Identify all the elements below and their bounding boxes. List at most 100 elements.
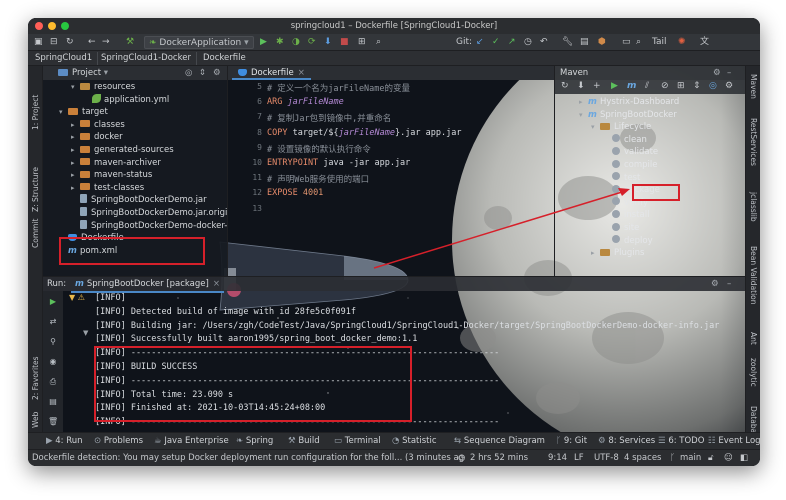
project-tree-item[interactable]: ▸ docker: [71, 131, 123, 144]
tool-bean-validation[interactable]: Bean Validation: [749, 246, 758, 305]
maven-tree-item[interactable]: test: [603, 172, 640, 185]
status-encoding[interactable]: UTF-8: [594, 453, 619, 463]
project-tree-item[interactable]: application.yml: [83, 93, 169, 107]
folder-icon[interactable]: ▣: [34, 36, 43, 49]
project-tree-item[interactable]: ▾ resources: [71, 81, 135, 94]
lock-icon[interactable]: 🔓︎: [708, 453, 714, 463]
maven-tree-item[interactable]: clean: [603, 134, 647, 147]
forward-icon[interactable]: →: [102, 36, 110, 49]
locate-icon[interactable]: ◎: [185, 66, 192, 80]
run-icon[interactable]: ▶: [260, 36, 267, 49]
tree-expand-icon[interactable]: ▸: [71, 182, 80, 195]
maven-skip-tests-icon[interactable]: ⊘: [661, 81, 669, 91]
status-line-separator[interactable]: LF: [574, 453, 584, 463]
status-message[interactable]: Dockerfile detection: You may setup Dock…: [32, 453, 464, 463]
maven-add-icon[interactable]: +: [593, 81, 601, 91]
tool-favorites[interactable]: 2: Favorites: [31, 356, 40, 400]
run-tab[interactable]: m SpringBootDocker [package] ×: [71, 277, 224, 293]
tree-expand-icon[interactable]: ▾: [59, 106, 68, 119]
plugin-icon[interactable]: ⬢: [598, 36, 606, 49]
git-push-icon[interactable]: ↗: [508, 36, 516, 49]
maven-tree-item[interactable]: deploy: [603, 235, 653, 248]
profile-icon[interactable]: ⟳: [308, 36, 316, 49]
zoom-window-button[interactable]: [61, 22, 69, 30]
editor-tab-dockerfile[interactable]: Dockerfile ×: [232, 66, 311, 80]
tree-expand-icon[interactable]: ▸: [591, 247, 600, 260]
project-tree-item[interactable]: SpringBootDockerDemo.jar: [71, 194, 207, 207]
git-rollback-icon[interactable]: ↶: [540, 36, 548, 49]
rerun-icon[interactable]: ▶: [48, 297, 58, 306]
bottom-tool-button[interactable]: ⇆ Sequence Diagram: [454, 436, 545, 446]
maven-tree-item[interactable]: site: [603, 222, 639, 235]
project-tree-item[interactable]: ▾ target: [59, 106, 108, 119]
tree-expand-icon[interactable]: ▸: [71, 169, 80, 182]
bottom-tool-button[interactable]: ⊙ Problems: [94, 436, 143, 446]
translate-icon[interactable]: 文: [700, 36, 709, 49]
bottom-tool-button[interactable]: ⚙ 8: Services: [598, 436, 655, 446]
bottom-tool-button[interactable]: ☰ 6: TODO: [658, 436, 704, 446]
tree-expand-icon[interactable]: ▸: [71, 119, 80, 132]
maven-toggle-offline-icon[interactable]: ⫽: [645, 81, 649, 91]
maven-expand-icon[interactable]: ⇕: [693, 81, 701, 91]
tool-ant[interactable]: Ant: [749, 332, 758, 345]
layout-toggle-icon[interactable]: ▤: [48, 397, 58, 406]
maven-run-icon[interactable]: ▶: [611, 81, 618, 91]
project-tree-item[interactable]: ▸ test-classes: [71, 182, 144, 195]
layout-icon[interactable]: ⊞: [358, 36, 366, 49]
bottom-tool-button[interactable]: ᚴ 9: Git: [556, 436, 587, 446]
collapse-icon[interactable]: ⇕: [199, 66, 206, 80]
project-tree-item[interactable]: ▸ classes: [71, 119, 125, 132]
filter-icon[interactable]: ⚲: [48, 337, 58, 346]
maven-tree-item[interactable]: ▸ m Hystrix-Dashboard: [579, 96, 679, 109]
project-tree-item[interactable]: SpringBootDockerDemo.jar.original: [71, 207, 227, 220]
tree-expand-icon[interactable]: ▾: [71, 81, 80, 94]
maven-goal-icon[interactable]: m: [627, 81, 636, 91]
tool-web[interactable]: Web: [31, 412, 40, 428]
tree-expand-icon[interactable]: ▸: [71, 131, 80, 144]
inspection-icon[interactable]: ☺: [724, 453, 733, 463]
breadcrumb-project[interactable]: SpringCloud1: [30, 52, 99, 65]
breadcrumb-module[interactable]: SpringCloud1-Docker: [96, 52, 197, 65]
delete-icon[interactable]: 🗑︎: [48, 417, 58, 426]
run-config-select[interactable]: ❧ DockerApplication ▾: [144, 36, 254, 49]
tool-commit[interactable]: Commit: [31, 219, 40, 248]
bottom-tool-button[interactable]: ▶ 4: Run: [46, 436, 83, 446]
search-icon[interactable]: ⌕: [376, 36, 381, 49]
print-icon[interactable]: ⎙: [48, 377, 58, 387]
close-window-button[interactable]: [35, 22, 43, 30]
debug-icon[interactable]: ✱: [276, 36, 284, 49]
tree-expand-icon[interactable]: ▸: [71, 144, 80, 157]
refresh-icon[interactable]: ↻: [66, 36, 74, 49]
status-indent[interactable]: 4 spaces: [624, 453, 661, 463]
build-hammer-icon[interactable]: ⚒: [126, 36, 134, 49]
tree-expand-icon[interactable]: ▸: [579, 96, 588, 109]
maven-generate-icon[interactable]: ⬇: [577, 81, 585, 91]
maven-hide-icon[interactable]: –: [727, 66, 731, 80]
tree-expand-icon[interactable]: ▾: [579, 109, 588, 122]
maven-diagram-icon[interactable]: ⊞: [677, 81, 685, 91]
minimize-window-button[interactable]: [48, 22, 56, 30]
project-tree-item[interactable]: ▸ generated-sources: [71, 144, 174, 157]
run-hide-icon[interactable]: –: [727, 277, 731, 291]
status-position[interactable]: 9:14: [548, 453, 567, 463]
bottom-tool-button[interactable]: ☷ Event Log: [708, 436, 760, 446]
tree-arrow-icon[interactable]: ▼: [83, 329, 88, 337]
git-commit-icon[interactable]: ✓: [492, 36, 500, 49]
bottom-tool-button[interactable]: ◔ Statistic: [392, 436, 437, 446]
maven-tree-item[interactable]: install: [603, 209, 649, 222]
pin-icon[interactable]: ⇄: [48, 317, 58, 326]
camera-icon[interactable]: ◉: [48, 357, 58, 366]
project-tree-item[interactable]: ▸ maven-archiver: [71, 157, 161, 170]
tree-expand-icon[interactable]: ▸: [71, 157, 80, 170]
tool-structure[interactable]: Z: Structure: [31, 167, 40, 212]
memory-icon[interactable]: ◧: [740, 453, 748, 463]
attach-icon[interactable]: ⬇: [324, 36, 332, 49]
wrench-icon[interactable]: 🔧︎: [562, 36, 573, 49]
close-run-tab-icon[interactable]: ×: [213, 279, 220, 289]
bottom-tool-button[interactable]: ☕ Java Enterprise: [154, 436, 229, 446]
tail-fox-icon[interactable]: ✺: [678, 36, 686, 49]
back-icon[interactable]: ←: [88, 36, 96, 49]
breadcrumb-file[interactable]: Dockerfile: [198, 52, 251, 65]
project-tree-item[interactable]: SpringBootDockerDemo-docker-info.jar: [71, 219, 227, 233]
status-branch[interactable]: main: [680, 453, 701, 463]
